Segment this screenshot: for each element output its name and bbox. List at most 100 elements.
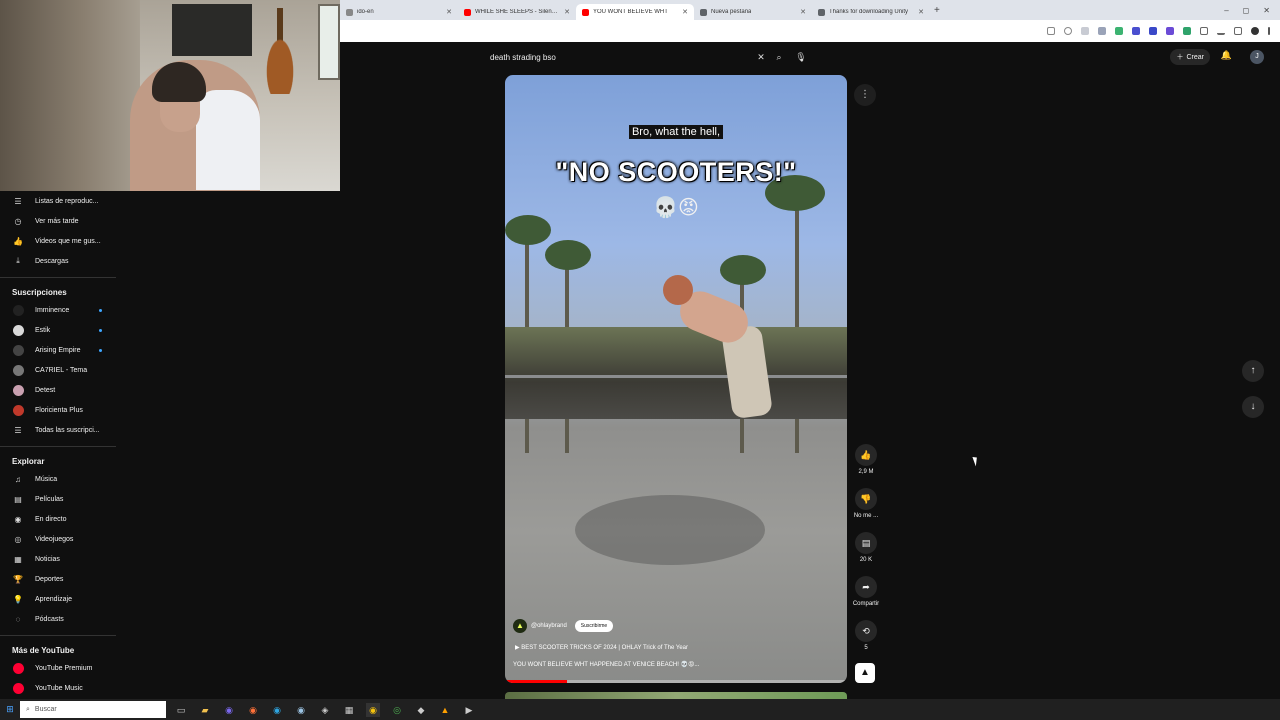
tab-close-icon[interactable]: ✕ — [800, 8, 806, 16]
sidebar-item[interactable]: ▦ Noticias — [0, 549, 120, 569]
steam-icon[interactable]: ◉ — [294, 703, 308, 717]
shorts-player[interactable]: Bro, what the hell, "NO SCOOTERS!" 💀😡 ▲ … — [505, 75, 847, 683]
taskbar-search-input[interactable]: Buscar — [35, 706, 57, 713]
sidebar-item[interactable]: ⤓ Descargas — [0, 251, 120, 271]
sidebar-item[interactable]: YouTube Music — [0, 678, 120, 698]
sidebar-item[interactable]: ☰ Todas las suscripci... — [0, 420, 120, 440]
close-window-button[interactable]: ✕ — [1263, 6, 1270, 15]
extension-icon[interactable] — [1132, 27, 1140, 35]
playlist-link[interactable]: ▶ BEST SCOOTER TRICKS OF 2024 | OHLAY Tr… — [515, 644, 688, 651]
browser-tab[interactable]: Nueva pestaña ✕ — [694, 4, 812, 20]
task-view-icon[interactable]: ▭ — [174, 703, 188, 717]
sidebar-item[interactable]: Estik — [0, 320, 120, 340]
minimize-button[interactable]: – — [1224, 6, 1228, 15]
notifications-bell-icon[interactable]: 🔔 — [1221, 50, 1232, 61]
sidebar-item[interactable]: ◌ Pódcasts — [0, 609, 120, 629]
kebab-icon[interactable] — [1268, 27, 1270, 35]
edge-icon[interactable]: ◉ — [270, 703, 284, 717]
sidebar-item[interactable]: ▤ Películas — [0, 489, 120, 509]
tab-close-icon[interactable]: ✕ — [682, 8, 688, 16]
browser-tab[interactable]: Thanks for downloading Unity ✕ — [812, 4, 930, 20]
like-action[interactable]: 👍 2,9 M — [849, 444, 883, 475]
sidebar-item[interactable]: ☰ Listas de reproduc... — [0, 191, 120, 211]
extension-icon[interactable] — [1149, 27, 1157, 35]
file-explorer-icon[interactable]: ▰ — [198, 703, 212, 717]
app-icon[interactable]: ◎ — [390, 703, 404, 717]
more-options-icon[interactable]: ⋮ — [854, 84, 876, 106]
browser-tab[interactable]: WHILE SHE SLEEPS - Silence Sp ✕ — [458, 4, 576, 20]
sidebar-item[interactable]: Floricienta Plus — [0, 400, 120, 420]
tab-close-icon[interactable]: ✕ — [446, 8, 452, 16]
sidebar-item[interactable]: Arising Empire — [0, 340, 120, 360]
sidebar-item[interactable]: 💡 Aprendizaje — [0, 589, 120, 609]
shield-icon[interactable]: ◈ — [318, 703, 332, 717]
remix-icon[interactable]: ⟲ — [855, 620, 877, 642]
comments-action[interactable]: ▤ 20 K — [849, 532, 883, 563]
sidebar-item[interactable]: ♫ Música — [0, 469, 120, 489]
app-icon[interactable]: ▶ — [462, 703, 476, 717]
search-icon[interactable]: ⌕ — [770, 52, 788, 63]
extension-icon[interactable] — [1115, 27, 1123, 35]
sidebar-item[interactable]: 👍 Videos que me gus... — [0, 231, 120, 251]
sidebar-item[interactable]: Imminence — [0, 300, 120, 320]
search-input[interactable]: death strading bso — [482, 53, 752, 62]
microphone-icon[interactable]: 🎙 — [792, 48, 810, 66]
profile-icon[interactable] — [1251, 27, 1259, 35]
dislike-icon[interactable]: 👎 — [855, 488, 877, 510]
sidebar-item[interactable]: ◷ Ver más tarde — [0, 211, 120, 231]
progress-bar[interactable] — [505, 680, 847, 683]
share-icon[interactable]: ➦ — [855, 576, 877, 598]
sidebar-item[interactable]: Detest — [0, 380, 120, 400]
sidebar-item[interactable]: ◎ Videojuegos — [0, 529, 120, 549]
extension-icon[interactable] — [1081, 27, 1089, 35]
sidebar-item[interactable]: 🏆 Deportes — [0, 569, 120, 589]
dislike-action[interactable]: 👎 No me ... — [849, 488, 883, 519]
subscribe-button[interactable]: Suscribirme — [574, 620, 614, 632]
browser-tab[interactable]: ido-en ✕ — [340, 4, 458, 20]
app-icon[interactable]: ▲ — [438, 703, 452, 717]
cast-icon[interactable] — [1047, 27, 1055, 35]
previous-short-arrow-icon[interactable]: ↑ — [1242, 360, 1264, 382]
start-button[interactable]: ⊞ — [0, 704, 20, 715]
browser-tab[interactable]: YOU WONT BELIEVE WHT ✕ — [576, 4, 694, 20]
unity-icon[interactable]: ◆ — [414, 703, 428, 717]
taskbar-search[interactable]: ⌕ Buscar — [20, 701, 166, 718]
sidebar-item-icon: ⤓ — [16, 256, 20, 265]
account-avatar[interactable]: J — [1250, 50, 1264, 64]
app-icon[interactable]: ▦ — [342, 703, 356, 717]
maximize-button[interactable]: ◻ — [1243, 6, 1250, 15]
sidebar-item[interactable]: CA7RIEL - Tema — [0, 360, 120, 380]
search-box[interactable]: death strading bso ✕ ⌕ — [482, 48, 788, 66]
tab-close-icon[interactable]: ✕ — [564, 8, 570, 16]
bookmark-star-icon[interactable] — [1064, 27, 1072, 35]
download-icon[interactable] — [1217, 27, 1225, 35]
next-short-arrow-icon[interactable]: ↓ — [1242, 396, 1264, 418]
video-title[interactable]: YOU WONT BELIEVE WHT HAPPENED AT VENICE … — [513, 661, 699, 668]
like-icon[interactable]: 👍 — [855, 444, 877, 466]
app-icon[interactable]: ◉ — [222, 703, 236, 717]
sound-channel-thumbnail[interactable]: ▲ — [855, 663, 875, 683]
sidebar-item[interactable]: ◉ En directo — [0, 509, 120, 529]
create-button[interactable]: ＋ Crear — [1170, 49, 1210, 65]
remix-action[interactable]: ⟲ 5 — [849, 620, 883, 651]
menu-icon[interactable] — [1234, 27, 1242, 35]
extension-icon[interactable] — [1166, 27, 1174, 35]
firefox-icon[interactable]: ◉ — [246, 703, 260, 717]
puzzle-icon[interactable] — [1200, 27, 1208, 35]
sidebar-item[interactable]: YouTube Premium — [0, 658, 120, 678]
tab-close-icon[interactable]: ✕ — [918, 8, 924, 16]
channel-avatar — [12, 384, 24, 396]
channel-avatar[interactable]: ▲ — [513, 619, 527, 633]
extension-icon[interactable] — [1098, 27, 1106, 35]
new-tab-button[interactable]: + — [934, 5, 940, 16]
subscriptions-heading[interactable]: Suscripciones — [0, 280, 120, 300]
share-action[interactable]: ➦ Compartir — [849, 576, 883, 607]
extension-icon[interactable] — [1183, 27, 1191, 35]
comment-count: 20 K — [859, 557, 873, 563]
chrome-icon[interactable]: ◉ — [366, 702, 380, 717]
palm-tree-crown — [545, 240, 591, 270]
comment-icon[interactable]: ▤ — [855, 532, 877, 554]
clear-search-icon[interactable]: ✕ — [752, 52, 770, 63]
sidebar-divider — [0, 446, 116, 447]
channel-handle[interactable]: @ohlaybrand — [531, 623, 567, 629]
